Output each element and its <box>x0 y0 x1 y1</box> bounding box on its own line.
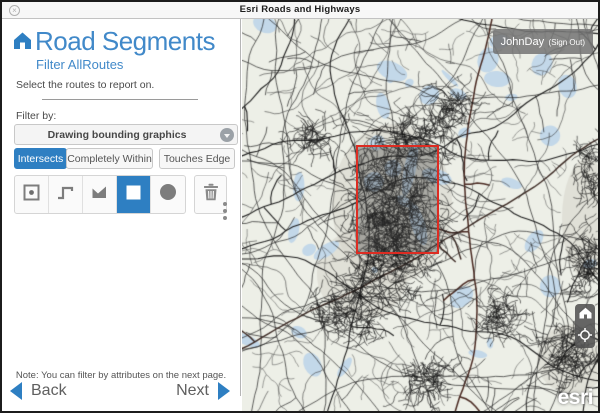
home-icon <box>579 306 592 324</box>
sign-out-link[interactable]: (Sign Out) <box>549 38 585 47</box>
next-button[interactable]: Next <box>176 382 230 400</box>
draw-polygon-button[interactable] <box>83 176 117 213</box>
map-navigation-widget <box>575 304 595 348</box>
titlebar: × Esri Roads and Highways <box>2 2 598 19</box>
instruction-text: Select the routes to report on. <box>16 79 154 91</box>
esri-watermark: esri <box>558 386 593 410</box>
locate-button[interactable] <box>575 326 595 348</box>
user-badge[interactable]: JohnDay (Sign Out) <box>493 29 593 54</box>
spatial-relation-tabs: Intersects Completely Within Touches Edg… <box>14 148 235 169</box>
window-title: Esri Roads and Highways <box>2 4 598 15</box>
dot <box>223 209 227 213</box>
next-label: Next <box>176 382 209 400</box>
home-icon <box>13 31 32 55</box>
tab-intersects[interactable]: Intersects <box>14 148 67 169</box>
filter-method-dropdown[interactable]: Drawing bounding graphics <box>14 124 238 145</box>
draw-polyline-icon <box>57 184 74 206</box>
selection-rectangle <box>356 145 439 254</box>
chevron-right-icon <box>218 382 230 400</box>
separator-line <box>42 99 198 100</box>
home-extent-button[interactable] <box>575 304 595 326</box>
filter-panel: Road Segments Filter AllRoutes Select th… <box>2 19 241 396</box>
chevron-left-icon <box>10 382 22 400</box>
draw-point-icon <box>23 184 40 206</box>
draw-tool-group <box>14 175 186 214</box>
draw-circle-button[interactable] <box>151 176 185 213</box>
draw-polygon-icon <box>91 184 108 206</box>
filter-by-label: Filter by: <box>16 110 56 122</box>
dot <box>223 202 227 206</box>
chevron-down-icon <box>220 128 234 142</box>
draw-circle-icon <box>159 183 177 206</box>
page-title: Road Segments <box>35 26 215 57</box>
draw-toolbar <box>14 175 227 214</box>
note-text: Note: You can filter by attributes on th… <box>2 370 240 381</box>
draw-rectangle-icon <box>126 185 141 205</box>
locate-crosshair-icon <box>578 328 592 347</box>
panel-collapse-handle[interactable] <box>223 199 227 223</box>
tab-touches-edge[interactable]: Touches Edge <box>159 148 235 169</box>
page-subtitle: Filter AllRoutes <box>36 57 123 72</box>
draw-point-button[interactable] <box>15 176 49 213</box>
map-view[interactable]: JohnDay (Sign Out) <box>242 19 598 411</box>
trash-icon <box>203 183 219 206</box>
dot <box>223 216 227 220</box>
tab-completely-within[interactable]: Completely Within <box>66 148 153 169</box>
draw-polyline-button[interactable] <box>49 176 83 213</box>
draw-rectangle-button[interactable] <box>117 176 151 213</box>
app-window: × Esri Roads and Highways Road Segments … <box>0 0 600 413</box>
back-label: Back <box>31 382 67 400</box>
dropdown-selected-value: Drawing bounding graphics <box>15 129 219 141</box>
back-button[interactable]: Back <box>10 382 67 400</box>
user-name: JohnDay <box>501 36 544 48</box>
